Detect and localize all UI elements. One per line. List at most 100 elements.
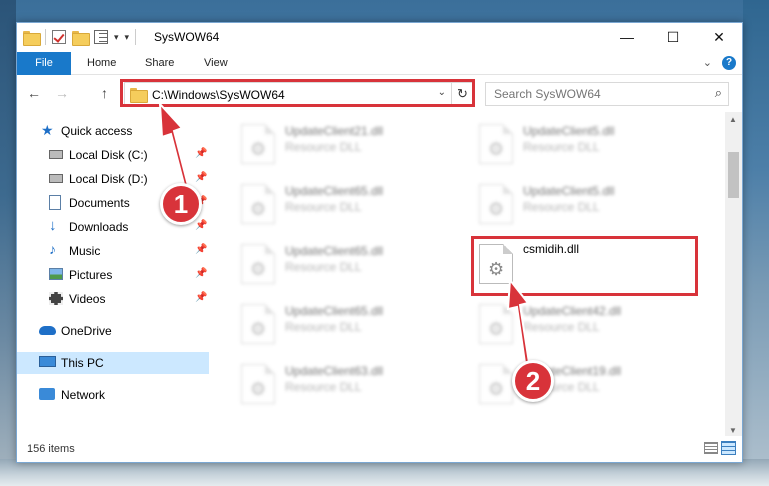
file-item[interactable]: ⚙ UpdateClient63.dll Resource DLL — [237, 360, 457, 408]
sidebar-item-label: Network — [61, 388, 106, 402]
sidebar-item-label: Local Disk (C:) — [69, 148, 148, 162]
sidebar-item-this-pc[interactable]: This PC — [17, 352, 209, 374]
tab-share[interactable]: Share — [145, 52, 174, 75]
sidebar-item-pictures[interactable]: Pictures 📌 — [17, 264, 209, 286]
file-name: UpdateClient65.dll — [285, 304, 384, 318]
pin-icon[interactable]: 📌 — [195, 244, 207, 255]
music-icon: ♪ — [49, 241, 56, 257]
gear-icon: ⚙ — [250, 259, 267, 279]
tab-view[interactable]: View — [204, 52, 228, 75]
status-bar: 156 items — [17, 436, 742, 462]
file-name: UpdateClient5.dll — [523, 184, 615, 198]
file-type: Resource DLL — [285, 320, 362, 334]
up-button[interactable]: ↑ — [101, 85, 108, 101]
navigation-pane: ★ Quick access Local Disk (C:) 📌 Local D… — [17, 116, 209, 438]
customize-toolbar-dropdown-icon[interactable]: ▾ — [125, 32, 130, 43]
maximize-button[interactable]: ☐ — [650, 23, 696, 51]
dll-file-icon: ⚙ — [241, 124, 275, 164]
network-icon — [39, 388, 55, 400]
pictures-icon — [49, 268, 63, 280]
scrollbar-thumb[interactable] — [728, 152, 739, 198]
dll-file-icon: ⚙ — [479, 184, 513, 224]
customize-toolbar-chevron-down-icon[interactable]: ▾ — [114, 32, 119, 43]
properties-check-icon[interactable] — [52, 30, 66, 44]
new-folder-icon[interactable] — [72, 30, 90, 46]
scroll-up-icon[interactable]: ▲ — [729, 115, 737, 124]
minimize-button[interactable]: — — [604, 23, 650, 51]
back-button[interactable]: ← — [27, 85, 41, 101]
file-item[interactable]: ⚙ UpdateClient65.dll Resource DLL — [237, 180, 457, 228]
search-icon[interactable]: ⌕ — [715, 85, 722, 101]
toolbar-separator — [135, 29, 137, 45]
file-type: Resource DLL — [523, 200, 600, 214]
gear-icon: ⚙ — [250, 319, 267, 339]
file-type: Resource DLL — [523, 140, 600, 154]
desktop-background-left — [0, 0, 16, 486]
desktop-background-bottom — [0, 459, 769, 486]
videos-icon — [49, 292, 63, 305]
forward-button[interactable]: → — [55, 85, 69, 101]
sidebar-item-network[interactable]: Network — [17, 384, 209, 406]
gear-icon: ⚙ — [488, 319, 505, 339]
sidebar-item-label: Quick access — [61, 124, 133, 138]
file-highlight — [471, 236, 698, 296]
step-one-badge: 1 — [160, 183, 202, 225]
window-title: SysWOW64 — [154, 30, 220, 44]
gear-icon: ⚙ — [250, 139, 267, 159]
window-controls: — ☐ ✕ — [604, 23, 742, 51]
file-type: Resource DLL — [285, 200, 362, 214]
file-type: Resource DLL — [285, 380, 362, 394]
details-view-icon[interactable] — [704, 442, 718, 454]
drive-icon — [49, 150, 63, 159]
dll-file-icon: ⚙ — [479, 304, 513, 344]
file-item[interactable]: ⚙ UpdateClient5.dll Resource DLL — [475, 180, 695, 228]
sidebar-item-local-disk-c[interactable]: Local Disk (C:) 📌 — [17, 144, 209, 166]
file-name: UpdateClient65.dll — [285, 244, 384, 258]
pin-icon[interactable]: 📌 — [195, 172, 207, 183]
sidebar-item-quick-access[interactable]: ★ Quick access — [17, 120, 209, 142]
file-name: UpdateClient42.dll — [523, 304, 622, 318]
documents-icon — [49, 195, 61, 210]
toolbar-separator — [45, 29, 46, 45]
sidebar-item-videos[interactable]: Videos 📌 — [17, 288, 209, 310]
pin-icon[interactable]: 📌 — [195, 268, 207, 279]
dll-file-icon: ⚙ — [479, 124, 513, 164]
file-item[interactable]: ⚙ UpdateClient19.dll Resource DLL — [475, 360, 695, 408]
help-icon[interactable]: ? — [722, 56, 736, 70]
tab-file[interactable]: File — [17, 52, 71, 75]
file-name: UpdateClient63.dll — [285, 364, 384, 378]
gear-icon: ⚙ — [250, 199, 267, 219]
close-button[interactable]: ✕ — [696, 23, 742, 51]
search-box[interactable]: ⌕ — [485, 82, 729, 106]
file-item[interactable]: ⚙ UpdateClient5.dll Resource DLL — [475, 120, 695, 168]
star-icon: ★ — [41, 122, 54, 138]
pin-icon[interactable]: 📌 — [195, 292, 207, 303]
computer-icon — [39, 356, 56, 367]
sidebar-item-music[interactable]: ♪ Music 📌 — [17, 240, 209, 262]
file-item[interactable]: ⚙ UpdateClient21.dll Resource DLL — [237, 120, 457, 168]
sidebar-item-label: Local Disk (D:) — [69, 172, 148, 186]
dll-file-icon: ⚙ — [241, 244, 275, 284]
sidebar-item-onedrive[interactable]: OneDrive — [17, 320, 209, 342]
pin-icon[interactable]: 📌 — [195, 148, 207, 159]
gear-icon: ⚙ — [488, 379, 505, 399]
sidebar-item-label: Pictures — [69, 268, 113, 282]
search-input[interactable] — [494, 86, 694, 102]
desktop-background-right — [743, 0, 769, 486]
large-icons-view-icon[interactable] — [721, 441, 736, 455]
file-item[interactable]: ⚙ UpdateClient65.dll Resource DLL — [237, 300, 457, 348]
expand-ribbon-chevron-down-icon[interactable]: ⌄ — [703, 56, 712, 69]
title-bar: ▾ ▾ SysWOW64 — ☐ ✕ — [17, 23, 742, 51]
gear-icon: ⚙ — [488, 139, 505, 159]
vertical-scrollbar[interactable]: ▲ ▼ — [725, 112, 742, 438]
properties-icon[interactable] — [94, 30, 108, 44]
file-item[interactable]: ⚙ UpdateClient42.dll Resource DLL — [475, 300, 695, 348]
file-item[interactable]: ⚙ UpdateClient65.dll Resource DLL — [237, 240, 457, 288]
item-count: 156 items — [27, 443, 75, 455]
sidebar-item-label: Music — [69, 244, 101, 258]
pin-icon[interactable]: 📌 — [195, 220, 207, 231]
tab-home[interactable]: Home — [87, 52, 116, 75]
download-icon: ↓ — [49, 217, 57, 234]
scroll-down-icon[interactable]: ▼ — [729, 426, 737, 435]
gear-icon: ⚙ — [488, 199, 505, 219]
